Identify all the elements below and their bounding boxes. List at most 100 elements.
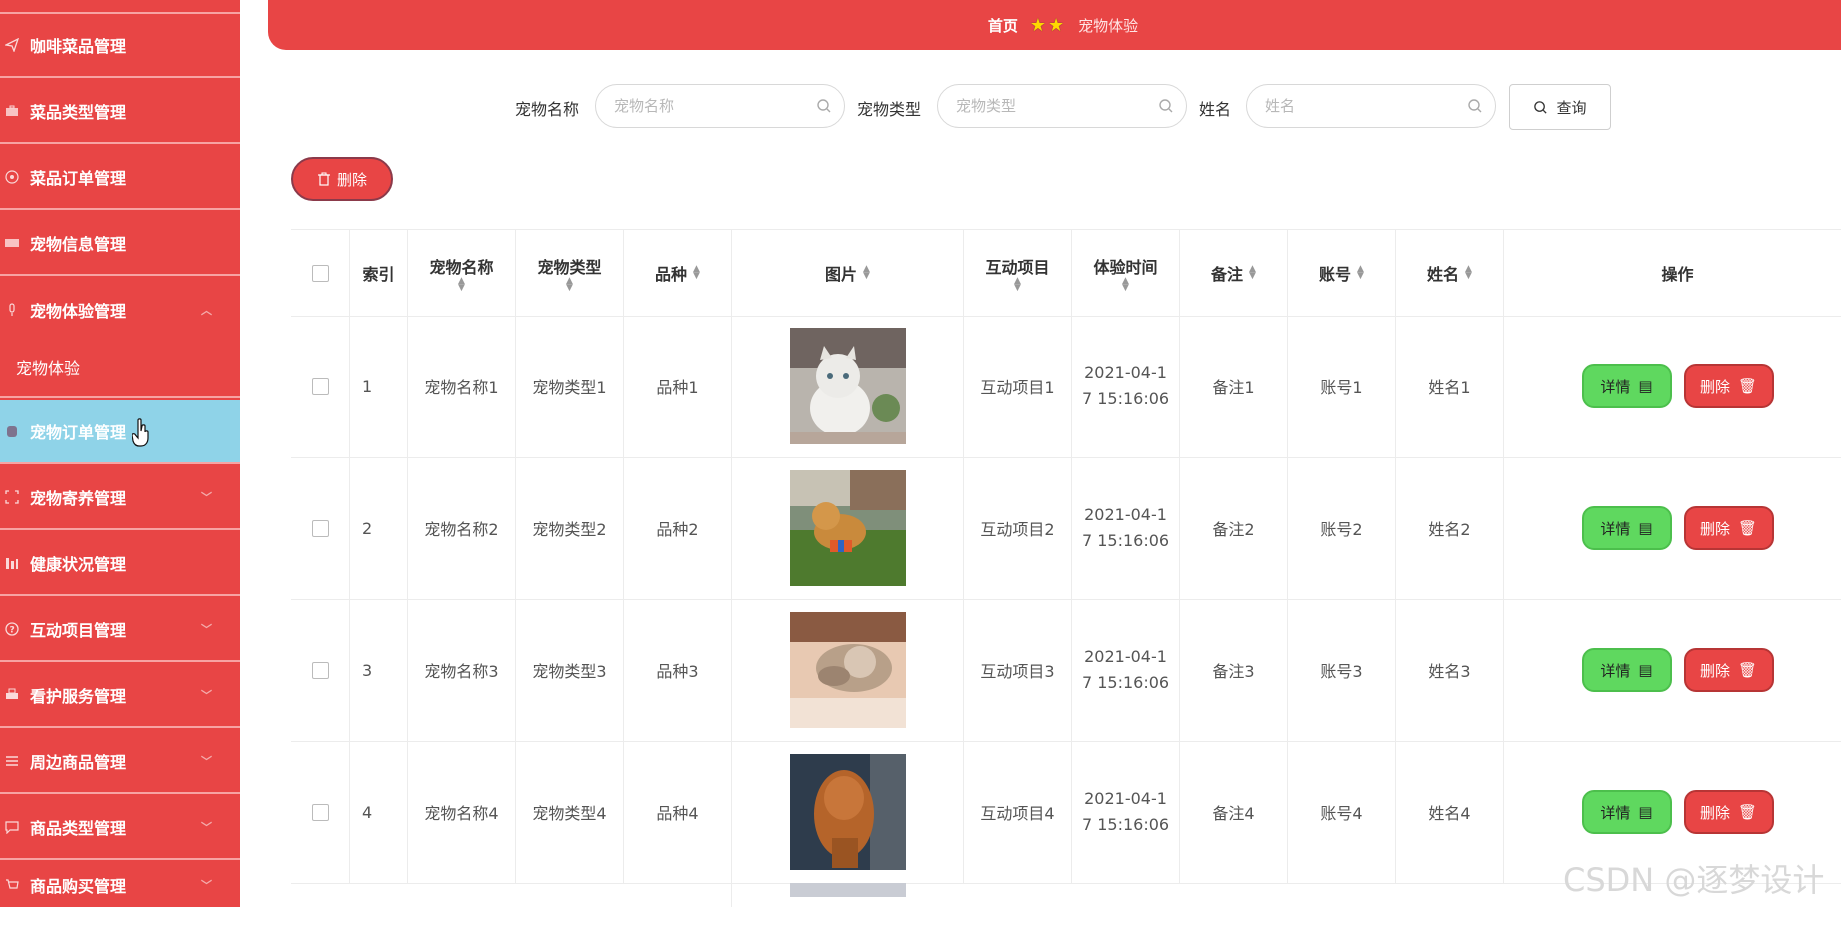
col-pet-type[interactable]: 宠物类型 ▲ ▼ <box>515 230 623 316</box>
cell-experience-time: 2021-04-1 7 15:16:06 <box>1071 599 1179 741</box>
cell-experience-time: 2021-04-1 7 15:16:06 <box>1071 315 1179 457</box>
cell-actions: 详情 ▤ 删除 🗑 <box>1503 599 1841 741</box>
name-input[interactable] <box>1263 96 1467 116</box>
chat-icon <box>4 819 20 835</box>
name-search-field[interactable] <box>1246 84 1496 128</box>
sort-icon[interactable]: ▲ ▼ <box>1122 277 1129 293</box>
cell-image <box>731 315 963 457</box>
col-index: 索引 <box>349 230 407 316</box>
sidebar-item-coffee-dish[interactable]: 咖啡菜品管理 <box>0 14 240 78</box>
sidebar-item-pet-experience-manage[interactable]: 宠物体验管理 ︿ <box>0 278 240 342</box>
col-remark[interactable]: 备注 ▲ ▼ <box>1179 230 1287 316</box>
sleeping-cat-image[interactable] <box>789 612 906 728</box>
sidebar-item-care-service[interactable]: 看护服务管理 ﹀ <box>0 664 240 728</box>
sort-icon[interactable]: ▲ ▼ <box>1014 277 1021 293</box>
sidebar-item-pet-order[interactable]: 宠物订单管理 <box>0 400 240 464</box>
sidebar-item-dish-order[interactable]: 菜品订单管理 <box>0 146 240 210</box>
cell-image <box>731 741 963 883</box>
table-header: 索引 宠物名称 ▲ ▼ 宠物类型 ▲ ▼ 品种 ▲ ▼ 图片 ▲ ▼ 互动项目 ▲ ▼ 体验时… <box>291 229 1841 317</box>
cell-actions: 详情 ▤ 删除 🗑 <box>1503 457 1841 599</box>
chevron-up-icon: ︿ <box>201 304 212 317</box>
col-pet-name[interactable]: 宠物名称 ▲ ▼ <box>407 230 515 316</box>
delete-button[interactable]: 删除 🗑 <box>1683 364 1774 408</box>
pet-name-search-field[interactable] <box>595 84 845 128</box>
row-checkbox[interactable] <box>311 803 329 821</box>
dial-icon <box>4 169 20 185</box>
sidebar-subitem-pet-experience[interactable]: 宠物体验 <box>0 338 240 398</box>
pet-type-input[interactable] <box>954 96 1158 116</box>
detail-button[interactable]: 详情 ▤ <box>1581 790 1672 834</box>
cell-image <box>731 883 963 907</box>
sort-icon[interactable]: ▲ ▼ <box>458 277 465 293</box>
select-all-checkbox[interactable] <box>311 264 329 282</box>
cell-image <box>731 457 963 599</box>
table-row: 1 宠物名称1 宠物类型1 品种1 互动项目1 2021-04-1 7 15:16… <box>291 315 1841 458</box>
sort-icon[interactable]: ▲ ▼ <box>863 265 870 281</box>
cell-interaction-project: 互动项目4 <box>963 741 1071 883</box>
long-hair-dog-image[interactable] <box>789 754 906 870</box>
sidebar-item-health-status[interactable]: 健康状况管理 <box>0 532 240 596</box>
cell-experience-time: 2021-04-1 7 15:16:06 <box>1071 457 1179 599</box>
cell-pet-name: 宠物名称1 <box>407 315 515 457</box>
kitten-image[interactable] <box>789 328 906 444</box>
col-interaction-project[interactable]: 互动项目 ▲ ▼ <box>963 230 1071 316</box>
detail-button[interactable]: 详情 ▤ <box>1581 648 1672 692</box>
sidebar-top-edge <box>0 0 240 14</box>
cell-remark: 备注4 <box>1179 741 1287 883</box>
sidebar-item-label: 宠物信息管理 <box>30 235 127 254</box>
breadcrumb: 首页 ★ ★ 宠物体验 <box>268 0 1841 50</box>
document-icon: ▤ <box>1638 519 1653 537</box>
sidebar-item-pet-boarding[interactable]: 宠物寄养管理 ﹀ <box>0 466 240 530</box>
bar-icon <box>4 555 20 571</box>
delete-button[interactable]: 删除 🗑 <box>1683 790 1774 834</box>
cell-pet-type: 宠物类型2 <box>515 457 623 599</box>
cell-remark: 备注2 <box>1179 457 1287 599</box>
sort-icon[interactable]: ▲ ▼ <box>1249 265 1256 281</box>
cell-pet-type: 宠物类型4 <box>515 741 623 883</box>
sidebar-item-peripheral-goods[interactable]: 周边商品管理 ﹀ <box>0 730 240 794</box>
sidebar-item-dish-type[interactable]: 菜品类型管理 <box>0 80 240 144</box>
row-checkbox[interactable] <box>311 377 329 395</box>
cell-experience-time: 2021-04-1 7 15:16:06 <box>1071 741 1179 883</box>
cell-remark: 备注1 <box>1179 315 1287 457</box>
search-icon <box>1534 100 1548 114</box>
svg-text:?: ? <box>10 626 15 636</box>
breadcrumb-home[interactable]: 首页 <box>988 15 1018 36</box>
cell-image <box>731 599 963 741</box>
pet-type-search-field[interactable] <box>937 84 1187 128</box>
detail-button[interactable]: 详情 ▤ <box>1581 364 1672 408</box>
sidebar-item-goods-type[interactable]: 商品类型管理 ﹀ <box>0 796 240 860</box>
cell-account: 账号2 <box>1287 457 1395 599</box>
col-name[interactable]: 姓名 ▲ ▼ <box>1395 230 1503 316</box>
printer-icon <box>4 687 20 703</box>
star-icon: ★ <box>1048 14 1065 36</box>
cell-index: 2 <box>349 457 407 599</box>
query-button[interactable]: 查询 <box>1509 84 1611 130</box>
microphone-icon <box>4 302 20 318</box>
cell-breed: 品种1 <box>623 315 731 457</box>
cell-breed: 品种3 <box>623 599 731 741</box>
detail-button[interactable]: 详情 ▤ <box>1581 506 1672 550</box>
row-checkbox[interactable] <box>311 519 329 537</box>
document-icon: ▤ <box>1638 661 1653 679</box>
sort-icon[interactable]: ▲ ▼ <box>1357 265 1364 281</box>
cell-actions: 详情 ▤ 删除 🗑 <box>1503 315 1841 457</box>
sort-icon[interactable]: ▲ ▼ <box>566 277 573 293</box>
dog-image[interactable] <box>789 470 906 586</box>
sidebar-item-pet-info[interactable]: 宠物信息管理 <box>0 212 240 276</box>
sidebar-item-interaction-project[interactable]: ? 互动项目管理 ﹀ <box>0 598 240 662</box>
col-breed[interactable]: 品种 ▲ ▼ <box>623 230 731 316</box>
sort-icon[interactable]: ▲ ▼ <box>693 265 700 281</box>
col-image[interactable]: 图片 ▲ ▼ <box>731 230 963 316</box>
cell-index: 4 <box>349 741 407 883</box>
delete-button[interactable]: 删除 🗑 <box>1683 506 1774 550</box>
bulk-delete-button[interactable]: 删除 <box>291 157 393 201</box>
row-checkbox[interactable] <box>311 661 329 679</box>
delete-button[interactable]: 删除 🗑 <box>1683 648 1774 692</box>
col-account[interactable]: 账号 ▲ ▼ <box>1287 230 1395 316</box>
cell-breed: 品种2 <box>623 457 731 599</box>
sidebar-item-goods-purchase[interactable]: 商品购买管理 ﹀ <box>0 862 240 907</box>
col-experience-time[interactable]: 体验时间 ▲ ▼ <box>1071 230 1179 316</box>
pet-name-input[interactable] <box>612 96 816 116</box>
sort-icon[interactable]: ▲ ▼ <box>1465 265 1472 281</box>
